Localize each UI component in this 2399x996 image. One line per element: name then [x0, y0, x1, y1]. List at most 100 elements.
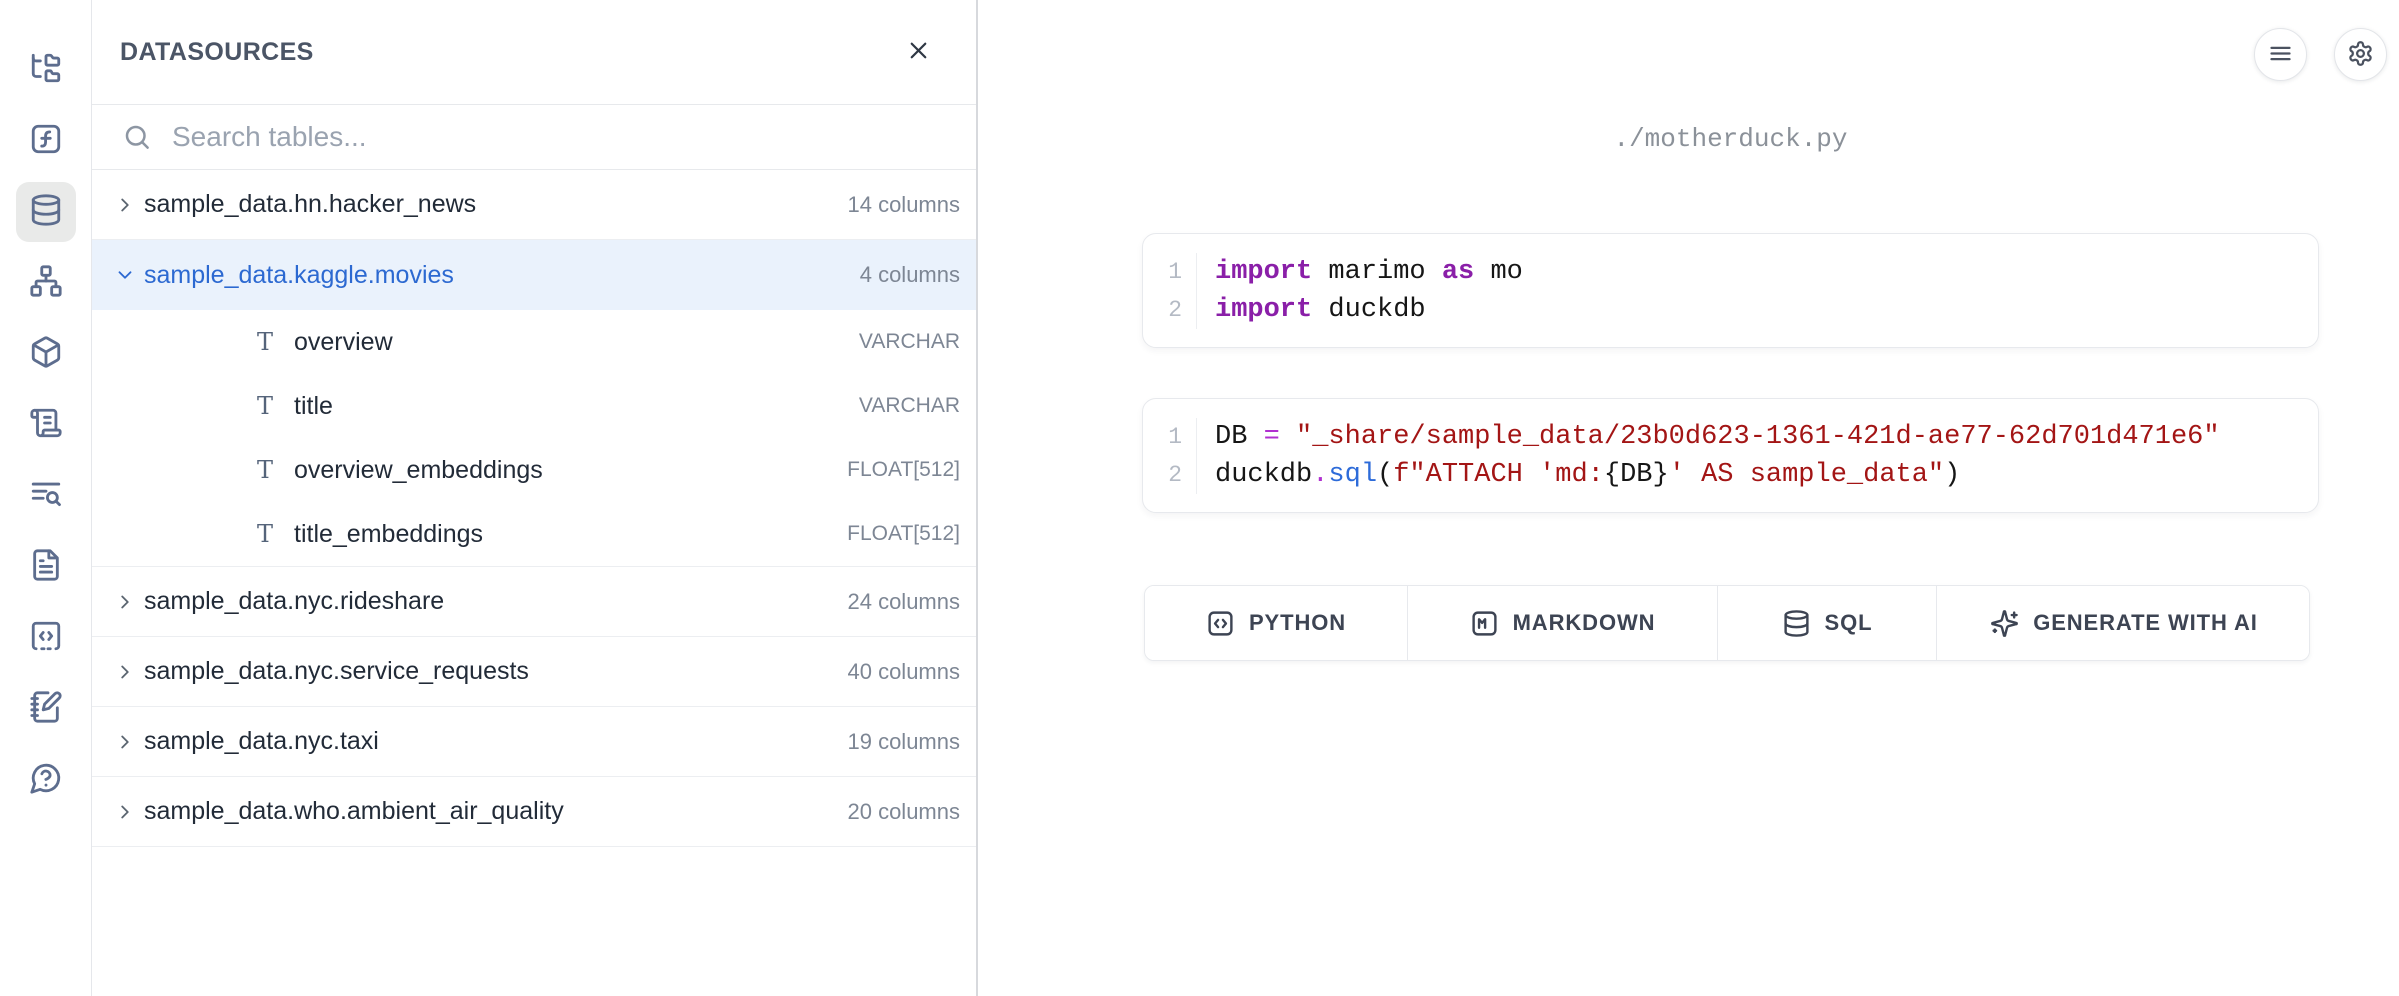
chevron-down-icon	[114, 264, 138, 286]
rail-item-list-search[interactable]	[16, 466, 76, 526]
column-row[interactable]: Ttitle_embeddings FLOAT[512]	[92, 502, 976, 566]
column-row[interactable]: Ttitle VARCHAR	[92, 374, 976, 438]
code-token: duckdb	[1312, 295, 1425, 325]
table-column-count: 20 columns	[847, 799, 960, 825]
line-number-gutter: 12	[1143, 418, 1197, 494]
rail-item-function[interactable]	[16, 111, 76, 171]
chevron-right-icon	[114, 194, 138, 216]
scratchpad-icon	[29, 690, 63, 729]
chevron-right-icon	[114, 801, 138, 823]
code-editor[interactable]: import marimo as mo import duckdb	[1197, 253, 1523, 329]
database-icon	[1782, 609, 1811, 638]
text-type-icon: T	[252, 392, 278, 420]
add-python-cell-button[interactable]: PYTHON	[1145, 586, 1408, 660]
notebook-area: ./motherduck.py 12import marimo as moimp…	[980, 0, 2399, 996]
menu-button[interactable]	[2254, 28, 2307, 81]
column-type: VARCHAR	[859, 394, 960, 418]
table-name: sample_data.who.ambient_air_quality	[144, 797, 564, 826]
marimo-app: DATASOURCES sample_data.hn.hacker_news14…	[0, 0, 2399, 996]
menu-icon	[2267, 40, 2294, 70]
add-sql-cell-button[interactable]: SQL	[1718, 586, 1937, 660]
table-row[interactable]: sample_data.nyc.rideshare24 columns	[92, 567, 976, 637]
column-name: title	[294, 392, 333, 421]
text-type-icon: T	[252, 520, 278, 548]
icon-rail	[0, 0, 92, 996]
table-column-count: 14 columns	[847, 192, 960, 218]
code-token	[1280, 422, 1296, 452]
code-line: DB = "_share/sample_data/23b0d623-1361-4…	[1215, 418, 2220, 456]
chevron-right-icon	[114, 731, 138, 753]
rail-item-file-tree[interactable]	[16, 40, 76, 100]
rail-item-logs-scroll[interactable]	[16, 395, 76, 455]
code-token: mo	[1474, 257, 1523, 287]
column-type: FLOAT[512]	[847, 522, 960, 546]
code-token: as	[1442, 257, 1474, 287]
close-icon	[905, 37, 932, 67]
rail-item-dependency-graph[interactable]	[16, 253, 76, 313]
code-token: )	[1944, 460, 1960, 490]
add-cell-button-label: MARKDOWN	[1513, 610, 1656, 636]
panel-header: DATASOURCES	[92, 0, 976, 104]
column-row[interactable]: ToverviewVARCHAR	[92, 310, 976, 374]
code-line: import duckdb	[1215, 291, 1523, 329]
add-cell-bar: PYTHON MARKDOWN SQL GENERATE WITH AI	[1144, 585, 2310, 661]
rail-item-code-snippets[interactable]	[16, 608, 76, 668]
code-editor[interactable]: DB = "_share/sample_data/23b0d623-1361-4…	[1197, 418, 2220, 494]
code-token: "_share/sample_data/23b0d623-1361-421d-a…	[1296, 422, 2220, 452]
sparkles-icon	[1990, 609, 2019, 638]
document-icon	[29, 548, 63, 587]
table-column-count: 19 columns	[847, 729, 960, 755]
rail-item-help-chat[interactable]	[16, 750, 76, 810]
rail-item-database[interactable]	[16, 182, 76, 242]
column-name: title_embeddings	[294, 520, 483, 549]
table-row[interactable]: sample_data.who.ambient_air_quality 20 co…	[92, 777, 976, 847]
search-input[interactable]	[172, 121, 946, 153]
help-chat-icon	[29, 761, 63, 800]
package-icon	[29, 335, 63, 374]
add-cell-button-label: GENERATE WITH AI	[2033, 610, 2258, 636]
table-name: sample_data.nyc.service_requests	[144, 657, 529, 686]
rail-item-document[interactable]	[16, 537, 76, 597]
text-type-icon: T	[252, 328, 278, 356]
column-row[interactable]: Toverview_embeddingsFLOAT[512]	[92, 438, 976, 502]
table-row[interactable]: sample_data.kaggle.movies 4 columns	[92, 240, 976, 310]
rail-item-scratchpad[interactable]	[16, 679, 76, 739]
column-type: FLOAT[512]	[847, 458, 960, 482]
code-token: {DB}	[1604, 460, 1669, 490]
chevron-right-icon	[114, 591, 138, 613]
add-cell-button-label: PYTHON	[1249, 610, 1346, 636]
search-icon	[122, 122, 152, 152]
column-name: overview	[294, 328, 393, 357]
add-generate-with-ai-cell-button[interactable]: GENERATE WITH AI	[1937, 586, 2310, 660]
add-cell-button-label: SQL	[1825, 610, 1873, 636]
code-token: (	[1377, 460, 1393, 490]
chevron-right-icon	[114, 661, 138, 683]
table-row[interactable]: sample_data.nyc.taxi19 columns	[92, 707, 976, 777]
code-token: sql	[1328, 460, 1377, 490]
datasources-panel: DATASOURCES sample_data.hn.hacker_news14…	[92, 0, 978, 996]
code-token: DB	[1215, 422, 1264, 452]
table-row[interactable]: sample_data.nyc.service_requests40 colum…	[92, 637, 976, 707]
line-number: 1	[1143, 253, 1196, 291]
table-row[interactable]: sample_data.hn.hacker_news14 columns	[92, 170, 976, 240]
notebook-filename[interactable]: ./motherduck.py	[1142, 124, 2319, 154]
line-number: 1	[1143, 418, 1196, 456]
table-columns-group: ToverviewVARCHARTtitleVARCHARToverview_e…	[92, 310, 976, 567]
dependency-graph-icon	[29, 264, 63, 303]
settings-button[interactable]	[2334, 28, 2387, 81]
logs-scroll-icon	[29, 406, 63, 445]
code-cell[interactable]: 12 DB = "_share/sample_data/23b0d623-1361…	[1142, 398, 2319, 513]
close-panel-button[interactable]	[905, 37, 932, 67]
table-name: sample_data.kaggle.movies	[144, 261, 454, 290]
rail-item-package[interactable]	[16, 324, 76, 384]
code-token: import	[1215, 295, 1312, 325]
code-token: duckdb	[1215, 460, 1312, 490]
code-token: marimo	[1312, 257, 1442, 287]
code-line: duckdb.sql(f"ATTACH 'md:{DB}' AS sample_…	[1215, 456, 2220, 494]
markdown-square-icon	[1470, 609, 1499, 638]
database-icon	[29, 193, 63, 232]
code-cell[interactable]: 12import marimo as moimport duckdb	[1142, 233, 2319, 348]
add-markdown-cell-button[interactable]: MARKDOWN	[1408, 586, 1718, 660]
table-column-count: 4 columns	[860, 262, 960, 288]
text-type-icon: T	[252, 456, 278, 484]
